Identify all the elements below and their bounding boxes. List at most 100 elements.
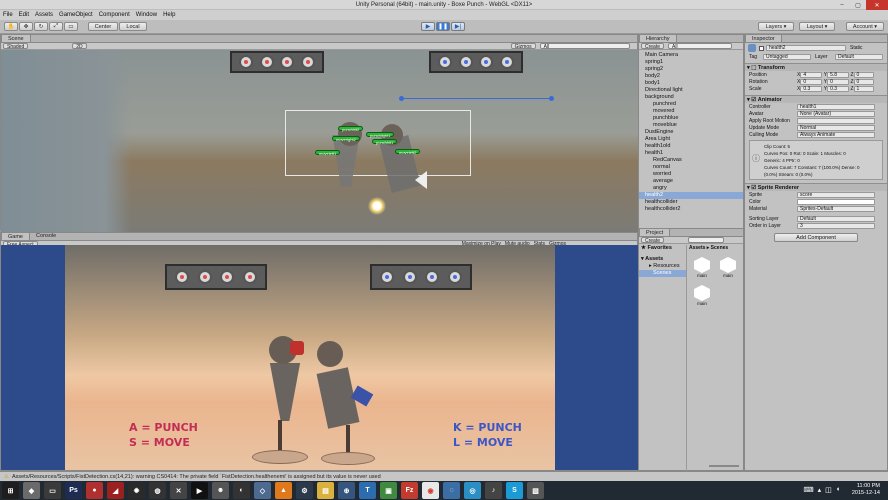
chrome-icon[interactable]: ◉ [422, 482, 439, 499]
minimize-button[interactable]: – [834, 0, 850, 10]
filezilla-icon[interactable]: Fz [401, 482, 418, 499]
rotate-tool-button[interactable]: ↻ [34, 22, 48, 31]
system-clock[interactable]: 11:00 PM 2015-12-14 [852, 483, 880, 497]
account-dropdown[interactable]: Account ▾ [846, 22, 884, 31]
alien-icon[interactable]: ☻ [212, 482, 229, 499]
hierarchy-item[interactable]: background [639, 94, 743, 101]
app-moon-icon[interactable]: ◐ [233, 482, 250, 499]
app-circle-icon[interactable]: ◍ [149, 482, 166, 499]
pivot-center-toggle[interactable]: Center [88, 22, 118, 31]
animator-field-value[interactable]: None (Avatar) [797, 110, 875, 117]
app-blue-icon[interactable]: ◇ [254, 482, 271, 499]
layout-dropdown[interactable]: Layout ▾ [799, 22, 835, 31]
menu-window[interactable]: Window [136, 12, 157, 18]
hierarchy-item[interactable]: angry [639, 185, 743, 192]
2d-toggle[interactable]: 2D [72, 43, 87, 50]
media-player-icon[interactable]: ▶ [191, 482, 208, 499]
resources-folder[interactable]: ▸ Resources [639, 263, 686, 270]
pivot-local-toggle[interactable]: Local [119, 22, 147, 31]
skype-icon[interactable]: S [506, 482, 523, 499]
windows-start-icon[interactable]: ⊞ [2, 482, 19, 499]
vlc-icon[interactable]: ▲ [275, 482, 292, 499]
hierarchy-item[interactable]: Area Light [639, 136, 743, 143]
animator-field-value[interactable]: Normal [797, 124, 875, 131]
menu-assets[interactable]: Assets [35, 12, 53, 18]
hierarchy-item[interactable]: movered [639, 108, 743, 115]
tab-hierarchy[interactable]: Hierarchy [639, 34, 677, 42]
app-red-icon[interactable]: ● [86, 482, 103, 499]
project-search-input[interactable] [688, 237, 725, 243]
app-x-icon[interactable]: ✕ [170, 482, 187, 499]
menu-file[interactable]: File [3, 12, 13, 18]
hierarchy-item[interactable]: body1 [639, 80, 743, 87]
icon-size-slider[interactable] [709, 465, 739, 467]
hierarchy-item[interactable]: normal [639, 164, 743, 171]
static-toggle[interactable]: Static [850, 45, 863, 51]
move-tool-button[interactable]: ✥ [19, 22, 33, 31]
keyboard-icon[interactable]: ⌨ [804, 486, 814, 494]
hierarchy-item[interactable]: worried [639, 171, 743, 178]
app-green-icon[interactable]: ▣ [380, 482, 397, 499]
scene-viewport[interactable]: punchhit2 punchlight1 moveright2 punchhi… [1, 50, 638, 235]
tag-dropdown[interactable]: Untagged [763, 53, 811, 60]
hierarchy-item[interactable]: Main Camera [639, 52, 743, 59]
animator-field-value[interactable]: health1 [797, 103, 875, 110]
menu-edit[interactable]: Edit [19, 12, 29, 18]
hierarchy-item[interactable]: health1old [639, 143, 743, 150]
game-viewport[interactable]: A = PUNCH S = MOVE K = PUNCH L = MOVE [1, 245, 638, 470]
shading-dropdown[interactable]: Shaded [3, 43, 29, 50]
steam-icon[interactable]: ⚙ [296, 482, 313, 499]
app-chat-icon[interactable]: ◌ [443, 482, 460, 499]
rect-handle-dot[interactable] [549, 96, 554, 101]
app-lock-icon[interactable]: ⊕ [338, 482, 355, 499]
hierarchy-create-dropdown[interactable]: Create [641, 43, 665, 50]
network-icon[interactable]: ◫ [825, 486, 832, 494]
favorites-folder[interactable]: ★ Favorites [639, 245, 686, 252]
active-checkbox[interactable] [759, 45, 764, 51]
hierarchy-item[interactable]: average [639, 178, 743, 185]
hierarchy-item[interactable]: spring2 [639, 66, 743, 73]
close-button[interactable]: ✕ [866, 0, 888, 10]
volume-icon[interactable]: ◖ [836, 486, 840, 494]
status-bar[interactable]: ⚠ Assets/Resources/Scripts/FistDetection… [0, 471, 888, 481]
sprite-field-value[interactable]: score [797, 191, 875, 198]
hierarchy-item[interactable]: body2 [639, 73, 743, 80]
add-component-button[interactable]: Add Component [774, 233, 858, 242]
terminal-icon[interactable]: ▭ [44, 482, 61, 499]
hierarchy-item[interactable]: Directional light [639, 87, 743, 94]
sprite-field-value[interactable]: 3 [797, 222, 875, 229]
scene-asset[interactable]: main [691, 257, 713, 278]
sprite-field-value[interactable]: Default [797, 215, 875, 222]
menu-component[interactable]: Component [99, 12, 130, 18]
hierarchy-item[interactable]: punchblue [639, 115, 743, 122]
layer-dropdown[interactable]: Default [835, 53, 883, 60]
hierarchy-item[interactable]: punchred [639, 101, 743, 108]
app-globe-icon[interactable]: ◎ [464, 482, 481, 499]
hierarchy-item[interactable]: healthcollider [639, 199, 743, 206]
app-doc-icon[interactable]: ▧ [527, 482, 544, 499]
itunes-icon[interactable]: ♪ [485, 482, 502, 499]
sprite-renderer-header[interactable]: ▾ ☑ Sprite Renderer [745, 183, 887, 191]
hierarchy-item[interactable]: health1 [639, 150, 743, 157]
hierarchy-item[interactable]: healthcollider2 [639, 206, 743, 213]
tab-console[interactable]: Console [30, 232, 62, 240]
animator-header[interactable]: ▾ ☑ Animator [745, 95, 887, 103]
tab-scene[interactable]: Scene [1, 34, 31, 42]
step-button[interactable]: ▶| [451, 22, 465, 31]
animator-field-value[interactable]: Always Animate [797, 131, 875, 138]
tab-game[interactable]: Game [1, 232, 30, 240]
animator-field-value[interactable] [797, 117, 875, 124]
assets-folder[interactable]: ▾ Assets [639, 256, 686, 263]
hierarchy-item[interactable]: spring1 [639, 59, 743, 66]
hand-tool-button[interactable]: ✋ [4, 22, 18, 31]
hierarchy-search-input[interactable]: All [668, 43, 733, 50]
scene-asset[interactable]: main [691, 285, 713, 306]
project-create-dropdown[interactable]: Create [641, 237, 665, 244]
rect-tool-button[interactable]: ▭ [64, 22, 78, 31]
app-dark-red-icon[interactable]: ◢ [107, 482, 124, 499]
gizmos-dropdown[interactable]: Gizmos [510, 43, 536, 50]
scale-tool-button[interactable]: ⤢ [49, 22, 63, 31]
object-name-field[interactable]: health2 [766, 45, 846, 51]
hierarchy-item[interactable]: moveblue [639, 122, 743, 129]
unity-icon[interactable]: ◆ [23, 482, 40, 499]
